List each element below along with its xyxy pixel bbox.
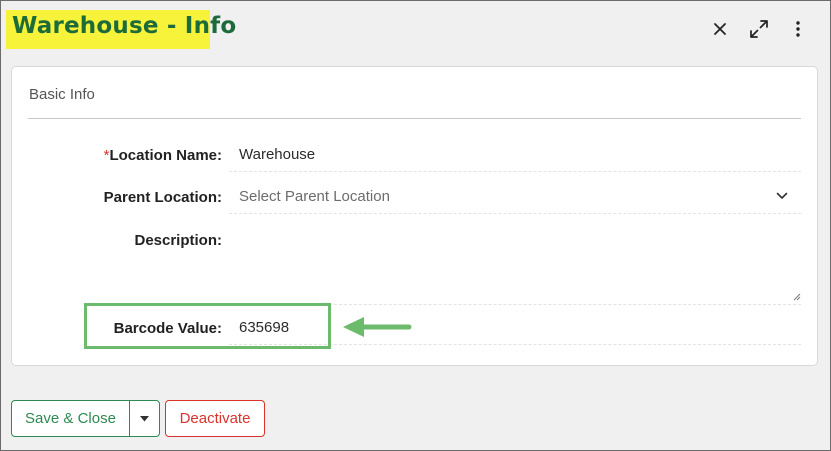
save-button-group: Save & Close (11, 400, 160, 437)
location-name-underline (229, 171, 801, 172)
section-divider (28, 118, 801, 119)
parent-location-select[interactable]: Select Parent Location (239, 188, 390, 205)
barcode-highlight-box (84, 303, 331, 349)
caret-down-icon (140, 415, 149, 421)
resize-grip-icon[interactable] (792, 292, 801, 301)
close-icon[interactable] (709, 18, 731, 40)
expand-icon[interactable] (748, 18, 770, 40)
parent-location-label: Parent Location: (103, 189, 222, 206)
chevron-down-icon[interactable] (775, 189, 789, 203)
basic-info-card: Basic Info *Location Name: Warehouse Par… (11, 66, 818, 366)
parent-location-underline (229, 213, 801, 214)
description-textarea[interactable] (229, 222, 802, 302)
page-title: Warehouse - Info (12, 13, 237, 39)
more-vertical-icon[interactable] (787, 18, 809, 40)
section-title: Basic Info (29, 86, 95, 103)
description-label: Description: (134, 232, 222, 249)
save-options-dropdown[interactable] (130, 401, 159, 436)
modal-window: Warehouse - Info Basic Info *Location Na… (0, 0, 831, 451)
deactivate-button[interactable]: Deactivate (165, 400, 265, 437)
location-name-label-text: Location Name: (109, 147, 222, 164)
location-name-label: *Location Name: (29, 147, 222, 164)
save-close-button[interactable]: Save & Close (12, 401, 130, 436)
callout-arrow-icon (342, 317, 412, 337)
location-name-input[interactable]: Warehouse (239, 146, 315, 163)
